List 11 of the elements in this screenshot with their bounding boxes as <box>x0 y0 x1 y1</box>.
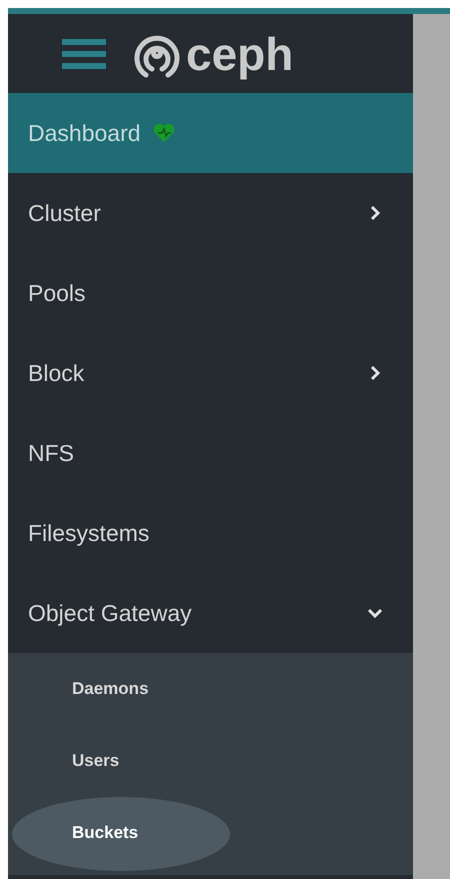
submenu-item[interactable]: Daemons <box>72 665 149 713</box>
menu-icon[interactable] <box>62 38 106 68</box>
nav-item[interactable]: NFS <box>8 413 413 493</box>
submenu-item[interactable]: Users <box>72 737 120 785</box>
submenu-item[interactable]: Buckets <box>72 809 138 857</box>
nav-item[interactable]: Cluster <box>8 173 413 253</box>
nav-item[interactable]: Filesystems <box>8 493 413 573</box>
nav-item[interactable]: Pools <box>8 253 413 333</box>
nav-item[interactable]: Object Gateway <box>8 573 413 653</box>
nav-item[interactable]: Dashboard <box>8 93 413 173</box>
nav-item[interactable]: Block <box>8 333 413 413</box>
